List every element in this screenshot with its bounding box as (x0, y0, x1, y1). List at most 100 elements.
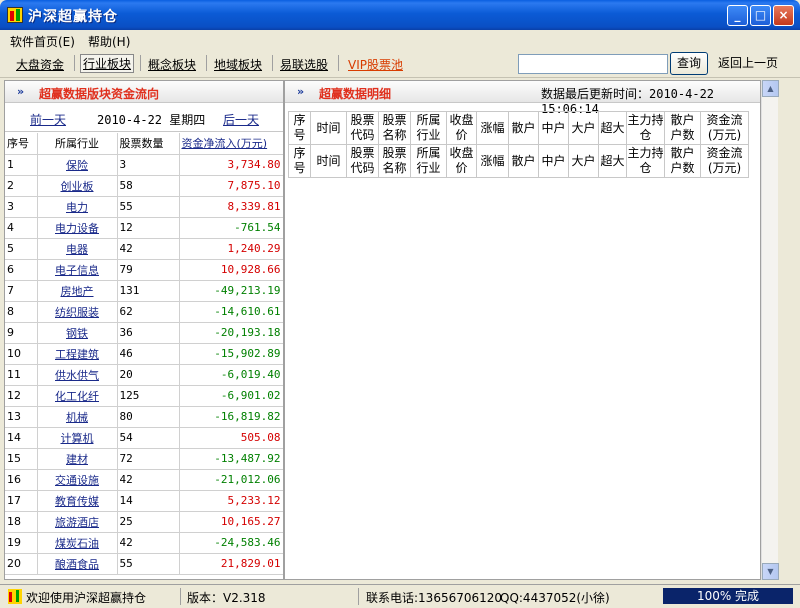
column-header: 超大 (598, 111, 627, 145)
column-header: 涨幅 (476, 111, 509, 145)
app-logo-icon (7, 7, 23, 23)
column-header: 股票数量 (117, 133, 180, 155)
table-header-row: 序号 时间 股票代码 股票名称 所属行业 收盘价 涨幅 散户 中户 大户 超大 主力持仓 散户户数 资金流… (288, 111, 749, 145)
net-inflow-value: -6,019.40 (179, 364, 283, 386)
table-row: 1 保险 3 3,734.80 (5, 154, 283, 176)
industry-link[interactable]: 保险 (37, 154, 118, 176)
industry-link[interactable]: 电子信息 (37, 259, 118, 281)
toolbar-industry-sectors[interactable]: 行业板块 (80, 54, 135, 73)
toolbar-market-funds[interactable]: 大盘资金 (16, 56, 64, 73)
stock-count: 131 (117, 280, 180, 302)
net-inflow-value: -13,487.92 (179, 448, 283, 470)
row-number: 5 (5, 238, 38, 260)
scroll-down-icon[interactable]: ▼ (762, 563, 779, 580)
row-number: 20 (5, 553, 38, 575)
industry-link[interactable]: 酿酒食品 (37, 553, 118, 575)
table-row: 8 纺织服装 62 -14,610.61 (5, 301, 283, 323)
vertical-scrollbar[interactable]: ▲ ▼ (761, 80, 779, 580)
menu-home[interactable]: 软件首页(E) (10, 33, 75, 50)
query-button[interactable]: 查询 (670, 52, 708, 75)
net-inflow-value: -24,583.46 (179, 532, 283, 554)
column-header: 散户户数 (664, 111, 701, 145)
row-number: 8 (5, 301, 38, 323)
divider (358, 588, 359, 605)
next-day-link[interactable]: 后一天 (223, 111, 259, 128)
row-number: 13 (5, 406, 38, 428)
stock-count: 55 (117, 196, 180, 218)
table-row: 6 电子信息 79 10,928.66 (5, 259, 283, 281)
industry-link[interactable]: 教育传媒 (37, 490, 118, 512)
divider (180, 588, 181, 605)
toolbar-concept-sectors[interactable]: 概念板块 (148, 56, 196, 73)
close-button[interactable]: × (773, 5, 794, 26)
stock-count: 12 (117, 217, 180, 239)
row-number: 17 (5, 490, 38, 512)
menu-bar: 软件首页(E) 帮助(H) (0, 30, 800, 50)
column-header: 超大 (598, 144, 627, 178)
net-inflow-value: 1,240.29 (179, 238, 283, 260)
column-header: 大户 (568, 111, 599, 145)
status-bar: 欢迎使用沪深超赢持仓 版本：V2.318 联系电话:13656706120 QQ… (0, 584, 800, 608)
industry-link[interactable]: 化工化纤 (37, 385, 118, 407)
net-inflow-value: 7,875.10 (179, 175, 283, 197)
industry-link[interactable]: 钢铁 (37, 322, 118, 344)
divider (338, 55, 339, 71)
row-number: 12 (5, 385, 38, 407)
industry-link[interactable]: 旅游酒店 (37, 511, 118, 533)
table-row: 7 房地产 131 -49,213.19 (5, 280, 283, 302)
table-row: 11 供水供气 20 -6,019.40 (5, 364, 283, 386)
column-header: 股票代码 (346, 111, 379, 145)
divider (272, 55, 273, 71)
column-header: 序号 (288, 144, 311, 178)
row-number: 7 (5, 280, 38, 302)
stock-count: 36 (117, 322, 180, 344)
row-number: 6 (5, 259, 38, 281)
menu-help[interactable]: 帮助(H) (88, 33, 130, 50)
row-number: 4 (5, 217, 38, 239)
panel-title: 超赢数据明细 (319, 87, 392, 101)
industry-link[interactable]: 建材 (37, 448, 118, 470)
phone-text: 联系电话:13656706120 (366, 591, 503, 605)
industry-link[interactable]: 房地产 (37, 280, 118, 302)
qq-text: QQ:4437052(小徐) (500, 591, 610, 605)
maximize-button[interactable]: □ (750, 5, 771, 26)
prev-day-link[interactable]: 前一天 (30, 111, 66, 128)
panel-header: » 超赢数据版块资金流向 (5, 81, 283, 103)
row-number: 11 (5, 364, 38, 386)
industry-link[interactable]: 机械 (37, 406, 118, 428)
row-number: 3 (5, 196, 38, 218)
search-input[interactable] (518, 54, 668, 74)
row-number: 18 (5, 511, 38, 533)
industry-link[interactable]: 创业板 (37, 175, 118, 197)
table-header-row: 序号 时间 股票代码 股票名称 所属行业 收盘价 涨幅 散户 中户 大户 超大 主力持仓 散户户数 资金流… (288, 144, 749, 178)
minimize-button[interactable]: _ (727, 5, 748, 26)
sortable-column-header[interactable]: 资金净流入(万元) (179, 133, 283, 155)
industry-link[interactable]: 电力 (37, 196, 118, 218)
column-header: 收盘价 (446, 111, 477, 145)
toolbar-vip-pool[interactable]: VIP股票池 (348, 56, 403, 73)
stock-count: 62 (117, 301, 180, 323)
table-row: 12 化工化纤 125 -6,901.02 (5, 385, 283, 407)
industry-link[interactable]: 纺织服装 (37, 301, 118, 323)
row-number: 19 (5, 532, 38, 554)
row-number: 15 (5, 448, 38, 470)
toolbar-stock-picker[interactable]: 易联选股 (280, 56, 328, 73)
net-inflow-value: 3,734.80 (179, 154, 283, 176)
industry-link[interactable]: 计算机 (37, 427, 118, 449)
toolbar-region-sectors[interactable]: 地域板块 (214, 56, 262, 73)
industry-link[interactable]: 供水供气 (37, 364, 118, 386)
industry-link[interactable]: 电力设备 (37, 217, 118, 239)
net-inflow-value: 10,165.27 (179, 511, 283, 533)
current-date: 2010-4-22 星期四 (97, 113, 206, 127)
scroll-up-icon[interactable]: ▲ (762, 80, 779, 97)
net-inflow-value: -21,012.06 (179, 469, 283, 491)
back-button[interactable]: 返回上一页 (718, 54, 778, 71)
column-header: 序号 (288, 111, 311, 145)
window-title: 沪深超赢持仓 (28, 9, 118, 25)
row-number: 2 (5, 175, 38, 197)
industry-link[interactable]: 交通设施 (37, 469, 118, 491)
column-header: 主力持仓 (626, 111, 665, 145)
industry-link[interactable]: 电器 (37, 238, 118, 260)
industry-link[interactable]: 煤炭石油 (37, 532, 118, 554)
industry-link[interactable]: 工程建筑 (37, 343, 118, 365)
